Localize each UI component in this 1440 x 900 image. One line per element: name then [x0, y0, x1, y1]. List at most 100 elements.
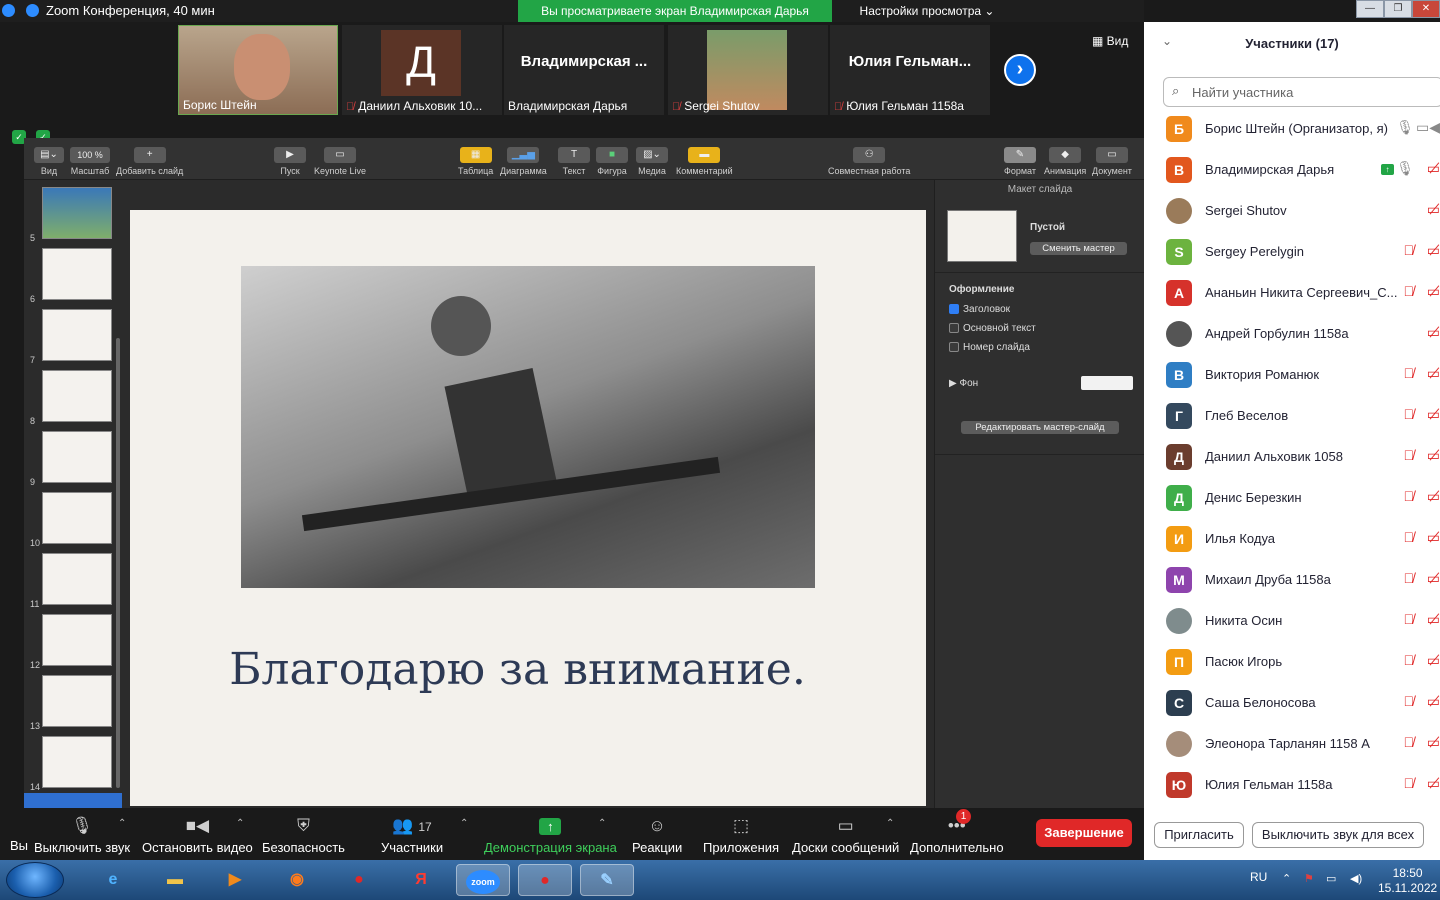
video-tile-boris[interactable]: Борис Штейн — [178, 25, 338, 115]
checkbox[interactable] — [949, 342, 959, 353]
end-meeting-button[interactable]: Завершение — [1036, 819, 1132, 847]
internet-explorer-icon[interactable]: e — [86, 864, 140, 896]
participants-chevron-icon[interactable]: ⌃ — [460, 818, 468, 829]
participant-row[interactable]: В Владимирская Дарья ↑ 🎙 ▭̸ — [1166, 157, 1440, 198]
kn-keynote-live-button[interactable]: ▭ Keynote Live — [314, 147, 366, 176]
kn-document-button[interactable]: ▭ Документ — [1092, 147, 1132, 176]
maximize-button[interactable]: ❐ — [1384, 0, 1412, 18]
mic-muted-icon[interactable]: 🎙̸ — [1404, 775, 1415, 791]
background-color-well[interactable] — [1081, 376, 1133, 390]
participant-row[interactable]: Элеонора Тарланян 1158 А 🎙̸ ▭̸ — [1166, 731, 1440, 772]
view-button[interactable]: ▦ Вид — [1092, 34, 1128, 48]
audio-options-chevron-icon[interactable]: ⌃ — [118, 818, 126, 829]
slide-thumb[interactable] — [42, 492, 112, 544]
video-off-icon[interactable]: ▭̸ — [1427, 488, 1440, 505]
mic-muted-icon[interactable]: 🎙̸ — [1404, 365, 1415, 381]
participant-row[interactable]: Б Борис Штейн (Организатор, я) 🎙 ▭◀ — [1166, 116, 1440, 157]
video-off-icon[interactable]: ▭̸ — [1427, 324, 1440, 341]
security-button[interactable]: ⛨ Безопасность — [262, 816, 345, 855]
yandex-browser-taskbar-icon[interactable]: ● — [518, 864, 572, 896]
mic-muted-icon[interactable]: 🎙̸ — [1404, 652, 1415, 668]
slide-thumb[interactable] — [42, 309, 112, 361]
kn-shape-button[interactable]: ■ Фигура — [596, 147, 628, 176]
firefox-icon[interactable]: ◉ — [270, 864, 324, 896]
microphone-icon[interactable]: 🎙 — [1396, 160, 1414, 177]
next-page-arrow-icon[interactable]: › — [1004, 54, 1036, 86]
mic-muted-icon[interactable]: 🎙̸ — [1404, 283, 1415, 299]
mic-muted-icon[interactable]: 🎙̸ — [1404, 734, 1415, 750]
kn-media-button[interactable]: ▨⌄ Медиа — [636, 147, 668, 176]
mic-muted-icon[interactable]: 🎙̸ — [1404, 611, 1415, 627]
video-off-icon[interactable]: ▭̸ — [1427, 201, 1440, 218]
yandex-icon[interactable]: Я — [394, 864, 448, 896]
mic-muted-icon[interactable]: 🎙̸ — [1404, 570, 1415, 586]
yandex-browser-icon[interactable]: ● — [332, 864, 386, 896]
tray-flag-icon[interactable]: ⚑ — [1304, 872, 1314, 885]
minimize-button[interactable]: — — [1356, 0, 1384, 18]
whiteboards-chevron-icon[interactable]: ⌃ — [886, 818, 894, 829]
edit-master-button[interactable]: Редактировать мастер-слайд — [961, 421, 1119, 434]
background-row[interactable]: ▶ Фон — [949, 378, 978, 389]
zoom-taskbar-icon[interactable]: zoom — [456, 864, 510, 896]
participant-row[interactable]: S Sergey Perelygin 🎙̸ ▭̸ — [1166, 239, 1440, 280]
video-tile-daniil[interactable]: Д 🎙̸ Даниил Альховик 10... — [342, 25, 502, 115]
participant-row[interactable]: Андрей Горбулин 1158а ▭̸ — [1166, 321, 1440, 362]
start-button[interactable] — [6, 862, 64, 898]
video-off-icon[interactable]: ▭̸ — [1427, 447, 1440, 464]
kn-chart-button[interactable]: ▁▃▅ Диаграмма — [500, 147, 547, 176]
kn-text-button[interactable]: T Текст — [558, 147, 590, 176]
tray-volume-icon[interactable]: ◀) — [1350, 872, 1362, 885]
video-camera-icon[interactable]: ▭◀ — [1416, 119, 1440, 136]
view-settings-button[interactable]: Настройки просмотра ⌄ — [848, 0, 1006, 22]
layout-preview[interactable] — [947, 210, 1017, 262]
slide-thumb[interactable] — [42, 736, 112, 788]
file-explorer-icon[interactable]: ▬ — [148, 864, 202, 896]
body-checkbox-row[interactable]: Основной текст — [949, 323, 1036, 334]
reactions-button[interactable]: ☺ Реакции — [632, 816, 682, 855]
system-clock[interactable]: 18:50 15.11.2022 — [1378, 866, 1437, 896]
language-indicator[interactable]: RU — [1250, 870, 1267, 884]
participant-row[interactable]: М Михаил Друба 1158а 🎙̸ ▭̸ — [1166, 567, 1440, 608]
change-master-button[interactable]: Сменить мастер — [1030, 242, 1127, 255]
video-off-icon[interactable]: ▭̸ — [1427, 611, 1440, 628]
video-off-icon[interactable]: ▭̸ — [1427, 365, 1440, 382]
participant-row[interactable]: Г Глеб Веселов 🎙̸ ▭̸ — [1166, 403, 1440, 444]
checkbox[interactable] — [949, 323, 959, 334]
video-off-icon[interactable]: ▭̸ — [1427, 570, 1440, 587]
video-tile-sergei[interactable]: 🎙̸ Sergei Shutov — [668, 25, 828, 115]
mic-muted-icon[interactable]: 🎙̸ — [1404, 488, 1415, 504]
mic-muted-icon[interactable]: 🎙̸ — [1404, 693, 1415, 709]
whiteboards-button[interactable]: ▭ Доски сообщений — [792, 816, 899, 855]
participant-row[interactable]: С Саша Белоносова 🎙̸ ▭̸ — [1166, 690, 1440, 731]
tray-show-hidden-icon[interactable]: ⌃ — [1282, 872, 1291, 885]
kn-zoom-button[interactable]: 100 % Масштаб — [70, 147, 110, 176]
title-checkbox-row[interactable]: Заголовок — [949, 304, 1010, 315]
kn-animate-button[interactable]: ◆ Анимация — [1044, 147, 1086, 176]
more-button[interactable]: ••• Дополнительно — [910, 816, 1004, 855]
slide-thumb[interactable] — [42, 553, 112, 605]
slide-thumb[interactable] — [42, 248, 112, 300]
kn-format-button[interactable]: ✎ Формат — [1004, 147, 1036, 176]
slidenum-checkbox-row[interactable]: Номер слайда — [949, 342, 1030, 353]
video-off-icon[interactable]: ▭̸ — [1427, 734, 1440, 751]
share-screen-button[interactable]: ↑ Демонстрация экрана — [484, 816, 617, 855]
mic-muted-icon[interactable]: 🎙̸ — [1404, 447, 1415, 463]
video-off-icon[interactable]: ▭̸ — [1427, 242, 1440, 259]
selected-slide-thumb[interactable] — [24, 793, 122, 808]
participant-row[interactable]: Д Даниил Альховик 1058 🎙̸ ▭̸ — [1166, 444, 1440, 485]
slide-thumb[interactable] — [42, 187, 112, 239]
close-button[interactable]: ✕ — [1412, 0, 1440, 18]
kn-play-button[interactable]: ▶ Пуск — [274, 147, 306, 176]
participant-row[interactable]: В Виктория Романюк 🎙̸ ▭̸ — [1166, 362, 1440, 403]
kn-table-button[interactable]: ▦ Таблица — [458, 147, 493, 176]
mic-muted-icon[interactable]: 🎙̸ — [1404, 242, 1415, 258]
video-off-icon[interactable]: ▭̸ — [1427, 693, 1440, 710]
participant-row[interactable]: А Ананьин Никита Сергеевич_С... 🎙̸ ▭̸ — [1166, 280, 1440, 321]
slide-thumb[interactable] — [42, 431, 112, 483]
video-off-icon[interactable]: ▭̸ — [1427, 652, 1440, 669]
video-off-icon[interactable]: ▭̸ — [1427, 406, 1440, 423]
participant-row[interactable]: И Илья Кодуа 🎙̸ ▭̸ — [1166, 526, 1440, 567]
video-options-chevron-icon[interactable]: ⌃ — [236, 818, 244, 829]
tray-network-icon[interactable]: ▭ — [1326, 872, 1336, 885]
invite-button[interactable]: Пригласить — [1154, 822, 1244, 848]
